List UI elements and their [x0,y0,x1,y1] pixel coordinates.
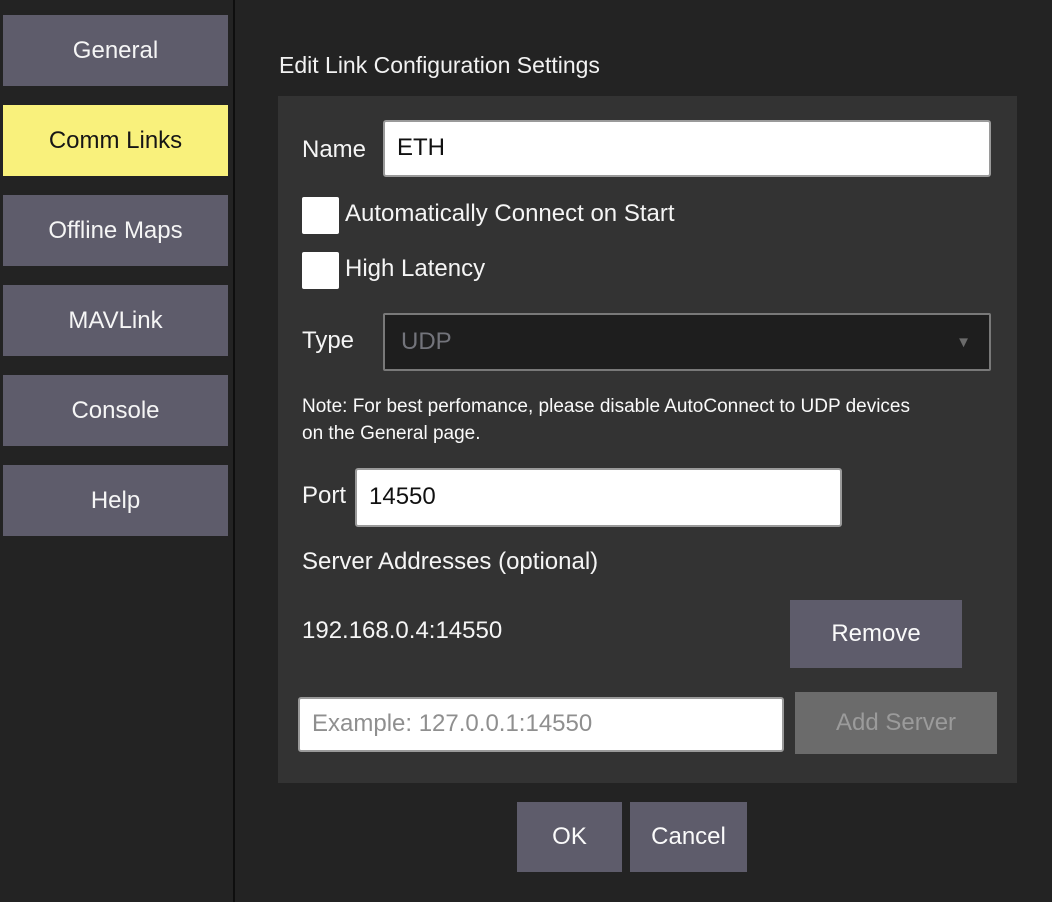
high-latency-checkbox[interactable] [302,252,339,289]
settings-sidebar: General Comm Links Offline Maps MAVLink … [0,0,235,902]
udp-note: Note: For best perfomance, please disabl… [302,393,910,447]
cancel-button[interactable]: Cancel [630,802,747,872]
type-dropdown[interactable]: UDP ▼ [383,313,991,371]
server-address-value: 192.168.0.4:14550 [302,617,502,645]
ok-button[interactable]: OK [517,802,622,872]
chevron-down-icon: ▼ [956,334,989,351]
name-label: Name [302,136,366,164]
server-addresses-label: Server Addresses (optional) [302,548,598,576]
sidebar-item-mavlink[interactable]: MAVLink [3,285,228,356]
remove-server-button[interactable]: Remove [790,600,962,668]
sidebar-item-offline-maps[interactable]: Offline Maps [3,195,228,266]
high-latency-label: High Latency [345,255,485,283]
new-server-address-input[interactable] [298,697,784,752]
type-label: Type [302,327,354,355]
udp-note-line2: on the General page. [302,420,910,447]
page-title: Edit Link Configuration Settings [279,52,600,79]
type-dropdown-value: UDP [385,328,956,356]
sidebar-item-help[interactable]: Help [3,465,228,536]
link-config-panel: Name Automatically Connect on Start High… [278,96,1017,783]
port-label: Port [302,482,346,510]
sidebar-item-console[interactable]: Console [3,375,228,446]
name-input[interactable] [383,120,991,177]
udp-note-line1: Note: For best perfomance, please disabl… [302,393,910,420]
sidebar-item-comm-links[interactable]: Comm Links [3,105,228,176]
auto-connect-checkbox[interactable] [302,197,339,234]
auto-connect-label: Automatically Connect on Start [345,200,675,228]
port-input[interactable] [355,468,842,527]
sidebar-item-general[interactable]: General [3,15,228,86]
add-server-button[interactable]: Add Server [795,692,997,754]
